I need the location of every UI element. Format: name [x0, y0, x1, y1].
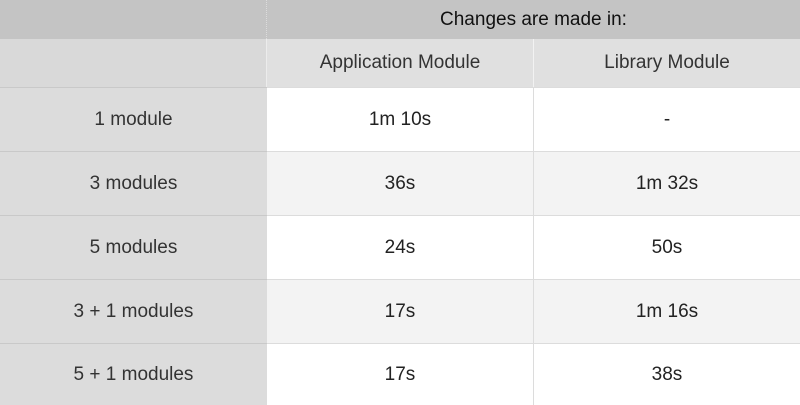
corner-blank: [0, 0, 267, 39]
row-label: 3 modules: [0, 151, 267, 215]
table-cell-library: -: [534, 87, 800, 151]
table-cell-library: 1m 16s: [534, 279, 800, 343]
row-label: 5 + 1 modules: [0, 343, 267, 405]
table-cell-application: 36s: [267, 151, 534, 215]
table-cell-library: 1m 32s: [534, 151, 800, 215]
table-cell-application: 17s: [267, 279, 534, 343]
table-cell-application: 1m 10s: [267, 87, 534, 151]
table-header: Changes are made in:: [267, 0, 800, 39]
column-header-application: Application Module: [267, 39, 534, 87]
column-header-blank: [0, 39, 267, 87]
table-cell-library: 38s: [534, 343, 800, 405]
row-label: 1 module: [0, 87, 267, 151]
build-times-table: Changes are made in: Application Module …: [0, 0, 800, 405]
row-label: 3 + 1 modules: [0, 279, 267, 343]
row-label: 5 modules: [0, 215, 267, 279]
column-header-library: Library Module: [534, 39, 800, 87]
table-cell-library: 50s: [534, 215, 800, 279]
table-cell-application: 17s: [267, 343, 534, 405]
table-cell-application: 24s: [267, 215, 534, 279]
